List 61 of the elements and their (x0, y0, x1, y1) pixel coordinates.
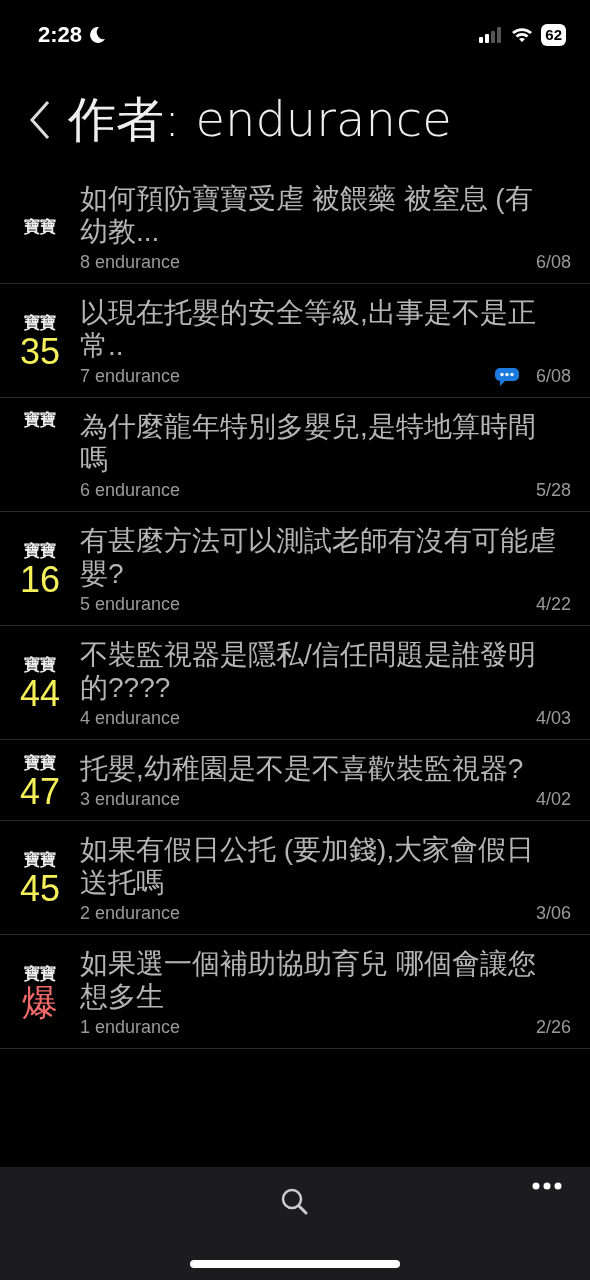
post-date: 4/22 (535, 594, 571, 615)
board-label: 寶寶 (24, 217, 56, 238)
post-floor: 2 (80, 903, 90, 924)
post-title: 有甚麼方法可以測試老師有沒有可能虐嬰? (80, 524, 557, 590)
push-count: 35 (19, 334, 60, 370)
post-title: 以現在托嬰的安全等級,出事是不是正常.. (80, 296, 537, 362)
post-title: 不裝監視器是隱私/信任問題是誰發明的???? (80, 638, 537, 704)
post-author: endurance (95, 252, 181, 273)
post-row[interactable]: 寶寶 45 如果有假日公托 (要加錢),大家會假日送托嗎 2 endurance 3/06 (0, 821, 590, 935)
board-label: 寶寶 (24, 655, 56, 676)
post-floor: 6 (80, 480, 90, 501)
post-floor: 5 (80, 594, 90, 615)
push-count: 爆 (22, 985, 58, 1021)
post-floor: 4 (80, 708, 90, 729)
post-date: 4/03 (535, 708, 571, 729)
post-row[interactable]: 寶寶 35 以現在托嬰的安全等級,出事是不是正常.. 7 endurance 6/08 (0, 284, 590, 398)
post-floor: 3 (80, 789, 90, 810)
post-author: endurance (95, 480, 181, 501)
post-author: endurance (95, 366, 181, 387)
post-floor: 1 (80, 1017, 90, 1038)
post-date: 2/26 (535, 1017, 571, 1038)
post-date: 6/08 (535, 366, 571, 387)
post-row[interactable]: 寶寶 爆 如果選一個補助協助育兒 哪個會讓您想多生 1 endurance 2/26 (0, 935, 590, 1049)
post-title: 托嬰,幼稚園是不是不喜歡裝監視器? (80, 752, 525, 785)
search-icon[interactable] (280, 1187, 310, 1217)
push-count: 44 (19, 676, 60, 712)
post-title: 如何預防寶寶受虐 被餵藥 被窒息 (有幼教... (80, 182, 534, 248)
page-title: 作者: endurance (68, 90, 452, 149)
post-title: 如果有假日公托 (要加錢),大家會假日送托嗎 (80, 833, 536, 899)
post-row[interactable]: 寶寶 44 不裝監視器是隱私/信任問題是誰發明的???? 4 endurance 4/03 (0, 626, 590, 740)
post-author: endurance (95, 789, 181, 810)
board-label: 寶寶 (24, 752, 56, 774)
post-title: 如果選一個補助協助育兒 哪個會讓您想多生 (80, 947, 537, 1013)
post-author: endurance (95, 594, 181, 615)
status-time: 2:28 (38, 22, 83, 48)
post-author: endurance (95, 903, 181, 924)
signal-icon (479, 27, 504, 43)
push-count: 16 (19, 562, 60, 598)
board-label: 寶寶 (24, 850, 56, 871)
board-label: 寶寶 (24, 541, 56, 562)
wifi-icon (511, 27, 534, 43)
post-author: endurance (95, 1017, 181, 1038)
push-count: 45 (19, 871, 60, 907)
post-row[interactable]: 寶寶 16 有甚麼方法可以測試老師有沒有可能虐嬰? 5 endurance 4/22 (0, 512, 590, 626)
post-date: 5/28 (535, 480, 571, 501)
moon-icon (88, 26, 107, 44)
post-date: 4/02 (535, 789, 571, 810)
post-row[interactable]: 寶寶 為什麼龍年特別多嬰兒,是特地算時間嗎 6 endurance 5/28 (0, 398, 590, 512)
board-label: 寶寶 (24, 313, 56, 334)
battery-level: 62 (541, 24, 566, 46)
more-icon[interactable] (532, 1181, 562, 1191)
post-floor: 7 (80, 366, 90, 387)
post-floor: 8 (80, 252, 90, 273)
post-row[interactable]: 寶寶 如何預防寶寶受虐 被餵藥 被窒息 (有幼教... 8 endurance 6/08 (0, 170, 590, 284)
post-author: endurance (95, 708, 181, 729)
board-label: 寶寶 (24, 964, 56, 985)
post-date: 3/06 (535, 903, 571, 924)
board-label: 寶寶 (24, 410, 56, 431)
push-count: 47 (19, 773, 60, 810)
post-title: 為什麼龍年特別多嬰兒,是特地算時間嗎 (80, 410, 537, 476)
post-date: 6/08 (535, 252, 571, 273)
